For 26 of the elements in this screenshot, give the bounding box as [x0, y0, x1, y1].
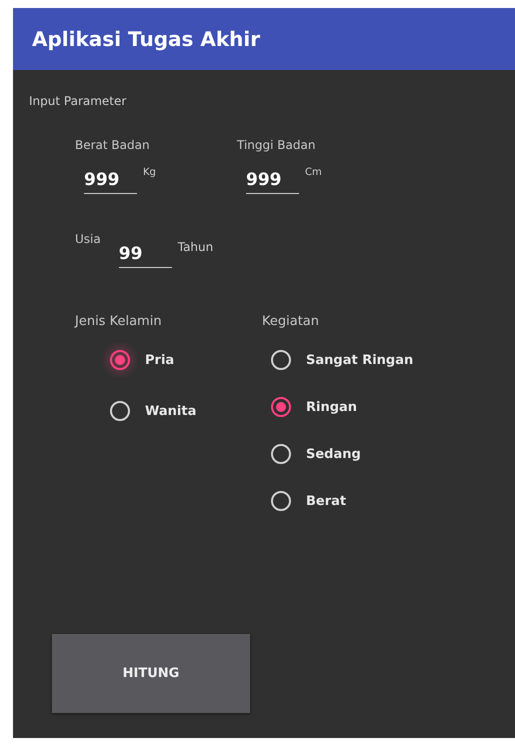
- radio-button[interactable]: [110, 350, 130, 370]
- option-label[interactable]: Wanita: [145, 404, 196, 418]
- option-label[interactable]: Ringan: [306, 400, 358, 414]
- option-label[interactable]: Sangat Ringan: [306, 352, 414, 368]
- radio-button[interactable]: [271, 397, 291, 417]
- unit-label: Tahun: [178, 240, 214, 254]
- radio-button[interactable]: [271, 444, 291, 464]
- input-field[interactable]: 99: [118, 244, 172, 268]
- app-title: Aplikasi Tugas Akhir: [32, 27, 260, 51]
- input-field[interactable]: 999: [84, 170, 137, 194]
- input-field[interactable]: 999: [246, 170, 299, 194]
- option-label[interactable]: Berat: [306, 494, 346, 508]
- radio-button[interactable]: [271, 350, 291, 370]
- field-label: Tinggi Badan: [237, 138, 316, 152]
- field-label: Berat Badan: [75, 138, 151, 152]
- option-label[interactable]: Sedang: [306, 446, 361, 462]
- unit-label: Kg: [143, 167, 156, 178]
- group-label: Kegiatan: [262, 314, 320, 329]
- group-label: Jenis Kelamin: [75, 314, 163, 329]
- field-label: Usia: [75, 232, 101, 246]
- unit-label: Cm: [305, 167, 322, 178]
- radio-button[interactable]: [110, 401, 130, 421]
- option-label[interactable]: Pria: [145, 352, 174, 368]
- section-label: Input Parameter: [29, 94, 126, 108]
- calculate-button[interactable]: HITUNG: [52, 634, 250, 713]
- radio-button[interactable]: [271, 491, 291, 511]
